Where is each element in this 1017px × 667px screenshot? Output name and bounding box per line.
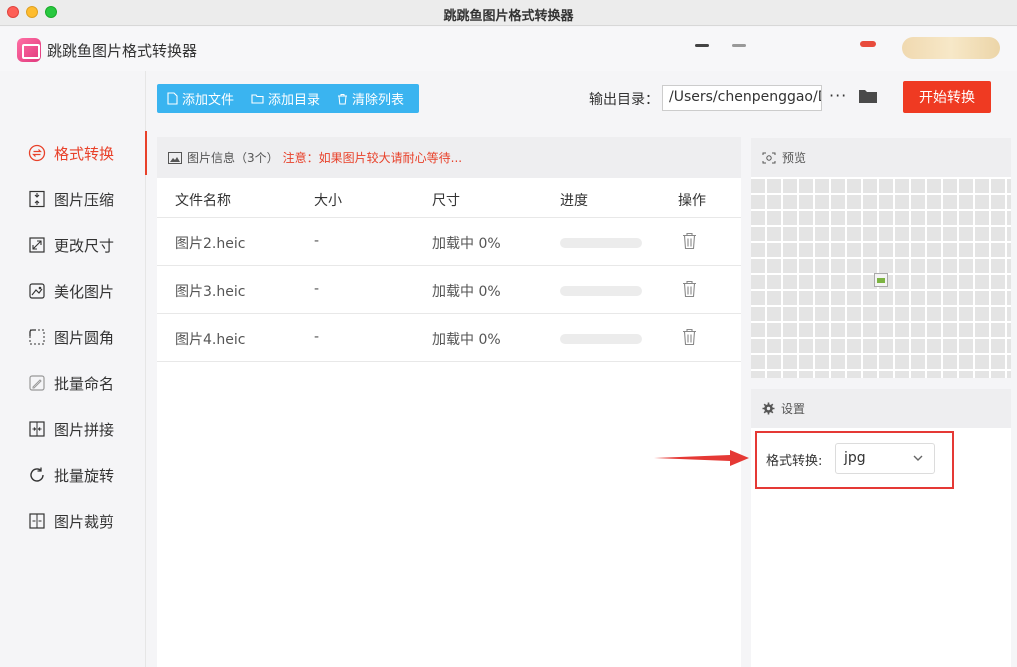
file-list-header: 图片信息（3个） 注意：如果图片较大请耐心等待... [157, 137, 741, 178]
header-menu-icon[interactable] [695, 44, 709, 47]
gear-icon [762, 402, 775, 415]
more-options-icon[interactable]: ··· [829, 86, 847, 105]
add-file-button[interactable]: 添加文件 [167, 89, 234, 108]
table-header: 文件名称 大小 尺寸 进度 操作 [157, 178, 741, 218]
file-size: - [314, 329, 320, 345]
file-name: 图片4.heic [175, 332, 246, 348]
col-actions: 操作 [678, 193, 706, 209]
preview-title: 预览 [782, 151, 807, 165]
sidebar: 格式转换 图片压缩 更改尺寸 美化图片 图片圆角 批量命名 图片拼接 批量旋转 … [0, 71, 147, 667]
compress-icon [27, 189, 47, 209]
sidebar-item-crop[interactable]: 图片裁剪 [0, 499, 146, 543]
preview-icon [762, 152, 776, 163]
header-vip-button[interactable] [902, 37, 1000, 59]
sidebar-item-resize[interactable]: 更改尺寸 [0, 223, 146, 267]
beautify-icon [27, 281, 47, 301]
col-dimensions: 尺寸 [432, 193, 460, 209]
output-directory-field[interactable]: /Users/chenpenggao/D [662, 85, 822, 111]
progress-bar [560, 286, 642, 296]
file-name: 图片2.heic [175, 236, 246, 252]
header-badge-icon[interactable] [860, 41, 876, 47]
sidebar-item-rounded-corner[interactable]: 图片圆角 [0, 315, 146, 359]
file-size: - [314, 233, 320, 249]
app-logo-icon [17, 38, 41, 62]
sidebar-item-compress[interactable]: 图片压缩 [0, 177, 146, 221]
file-dimensions: 加载中 0% [432, 284, 501, 300]
add-directory-label: 添加目录 [268, 93, 321, 108]
sidebar-item-rotate[interactable]: 批量旋转 [0, 453, 146, 497]
sidebar-item-rename[interactable]: 批量命名 [0, 361, 146, 405]
table-row[interactable]: 图片2.heic - 加载中 0% [157, 218, 741, 266]
file-name: 图片3.heic [175, 284, 246, 300]
file-icon [167, 92, 178, 105]
file-toolbar: 添加文件 添加目录 清除列表 [157, 84, 419, 113]
annotation-arrow-icon [654, 450, 749, 466]
start-convert-button[interactable]: 开始转换 [903, 81, 991, 113]
file-count-label: 图片信息（3个） [187, 151, 279, 165]
title-bar: 跳跳鱼图片格式转换器 [0, 0, 1017, 26]
preview-panel: 预览 [751, 138, 1011, 378]
add-file-label: 添加文件 [182, 93, 235, 108]
format-convert-icon [27, 143, 47, 163]
col-filename: 文件名称 [175, 193, 231, 209]
preview-header: 预览 [751, 138, 1011, 177]
warning-text: 注意：如果图片较大请耐心等待... [282, 151, 463, 165]
sidebar-item-label: 图片拼接 [54, 420, 115, 439]
sidebar-item-stitch[interactable]: 图片拼接 [0, 407, 146, 451]
table-row[interactable]: 图片4.heic - 加载中 0% [157, 314, 741, 362]
rename-icon [27, 373, 47, 393]
stitch-icon [27, 419, 47, 439]
settings-title: 设置 [781, 402, 806, 416]
sidebar-item-label: 更改尺寸 [54, 236, 115, 255]
file-size: - [314, 281, 320, 297]
col-progress: 进度 [560, 193, 588, 209]
clear-list-label: 清除列表 [352, 93, 405, 108]
progress-bar [560, 238, 642, 248]
settings-header: 设置 [751, 389, 1011, 428]
broken-image-icon [874, 273, 888, 287]
output-directory-label: 输出目录： [589, 92, 659, 108]
file-list-panel: 图片信息（3个） 注意：如果图片较大请耐心等待... 文件名称 大小 尺寸 进度… [157, 137, 741, 667]
crop-icon [27, 511, 47, 531]
app-header: 跳跳鱼图片格式转换器 [0, 27, 1017, 71]
delete-icon[interactable] [682, 280, 697, 302]
progress-bar [560, 334, 642, 344]
sidebar-item-label: 美化图片 [54, 282, 115, 301]
format-select-value: jpg [844, 450, 866, 466]
sidebar-item-label: 批量命名 [54, 374, 115, 393]
sidebar-item-label: 图片圆角 [54, 328, 115, 347]
trash-icon [338, 93, 348, 104]
format-select[interactable]: jpg [835, 443, 935, 474]
sidebar-item-label: 图片压缩 [54, 190, 115, 209]
window-title: 跳跳鱼图片格式转换器 [443, 9, 574, 24]
delete-icon[interactable] [682, 232, 697, 254]
col-size: 大小 [314, 193, 342, 209]
sidebar-item-format-convert[interactable]: 格式转换 [0, 131, 147, 175]
folder-icon [251, 94, 264, 104]
rounded-corner-icon [27, 327, 47, 347]
sidebar-item-label: 图片裁剪 [54, 512, 115, 531]
file-dimensions: 加载中 0% [432, 236, 501, 252]
rotate-icon [27, 465, 47, 485]
clear-list-button[interactable]: 清除列表 [337, 89, 404, 108]
chevron-down-icon [913, 455, 923, 461]
sidebar-item-label: 格式转换 [54, 144, 115, 163]
sidebar-item-beautify[interactable]: 美化图片 [0, 269, 146, 313]
app-name: 跳跳鱼图片格式转换器 [47, 42, 198, 60]
image-icon [168, 151, 182, 164]
header-minimize-icon[interactable] [732, 44, 746, 47]
add-directory-button[interactable]: 添加目录 [251, 89, 320, 108]
open-folder-icon[interactable] [858, 88, 878, 108]
delete-icon[interactable] [682, 328, 697, 350]
file-dimensions: 加载中 0% [432, 332, 501, 348]
table-row[interactable]: 图片3.heic - 加载中 0% [157, 266, 741, 314]
resize-icon [27, 235, 47, 255]
sidebar-item-label: 批量旋转 [54, 466, 115, 485]
format-label: 格式转换: [766, 454, 823, 469]
